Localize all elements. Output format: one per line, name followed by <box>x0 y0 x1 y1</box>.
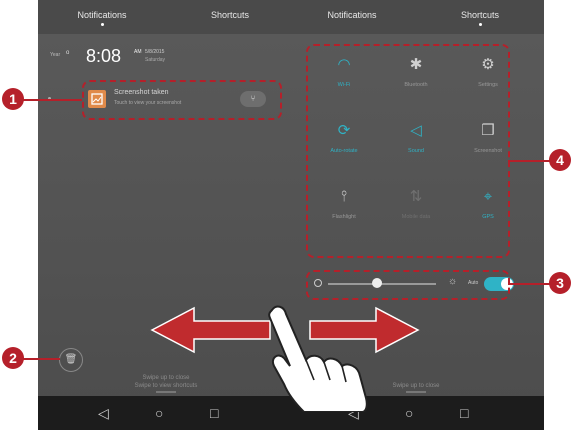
brightness-highlight <box>306 270 510 300</box>
notification-highlight <box>82 80 282 120</box>
callout-4-leader <box>508 160 552 162</box>
clock-weekday: Saturday <box>145 57 166 63</box>
panel-tabs: Notifications Shortcuts <box>288 0 544 34</box>
active-tab-indicator <box>478 23 482 26</box>
back-button[interactable]: ◁ <box>98 404 109 422</box>
callout-2-leader <box>22 358 60 360</box>
panel-tabs: Notifications Shortcuts <box>38 0 294 34</box>
callout-1-leader <box>22 99 82 101</box>
clock-date: 5/8/2015 <box>145 49 165 55</box>
year-label: Year <box>50 52 61 58</box>
recents-button[interactable]: □ <box>460 404 468 422</box>
tab-notifications[interactable]: Notifications <box>288 10 416 20</box>
callout-3-leader <box>508 283 552 285</box>
drag-handle[interactable] <box>406 391 426 393</box>
timeline-marker: o <box>66 50 70 56</box>
tab-shortcuts[interactable]: Shortcuts <box>416 10 544 26</box>
notifications-panel: Notifications Shortcuts Year o 8:08 AM 5… <box>38 0 294 430</box>
clock-ampm: AM <box>134 49 142 55</box>
shortcut-grid-highlight <box>306 44 510 258</box>
callout-2: 2 <box>2 347 24 369</box>
date-time-header: Year o 8:08 AM 5/8/2015 Saturday <box>50 46 294 76</box>
active-tab-indicator <box>100 23 104 26</box>
callout-1: 1 <box>2 88 24 110</box>
home-button[interactable]: ○ <box>405 404 413 422</box>
drag-handle[interactable] <box>156 391 176 393</box>
hand-gesture-icon <box>268 305 368 412</box>
clear-notifications-button[interactable]: 🗑 <box>59 348 83 372</box>
tab-shortcuts[interactable]: Shortcuts <box>166 10 294 20</box>
swipe-hint: Swipe up to close Swipe to view shortcut… <box>134 375 198 389</box>
home-button[interactable]: ○ <box>155 404 163 422</box>
clock-time: 8:08 <box>86 46 122 66</box>
navigation-bar: ◁ ○ □ <box>38 396 294 430</box>
recents-button[interactable]: □ <box>210 404 218 422</box>
swipe-left-arrow-icon <box>150 306 271 354</box>
tab-notifications[interactable]: Notifications <box>38 10 166 26</box>
trash-icon: 🗑 <box>64 354 78 365</box>
callout-3: 3 <box>549 272 571 294</box>
callout-4: 4 <box>549 149 571 171</box>
